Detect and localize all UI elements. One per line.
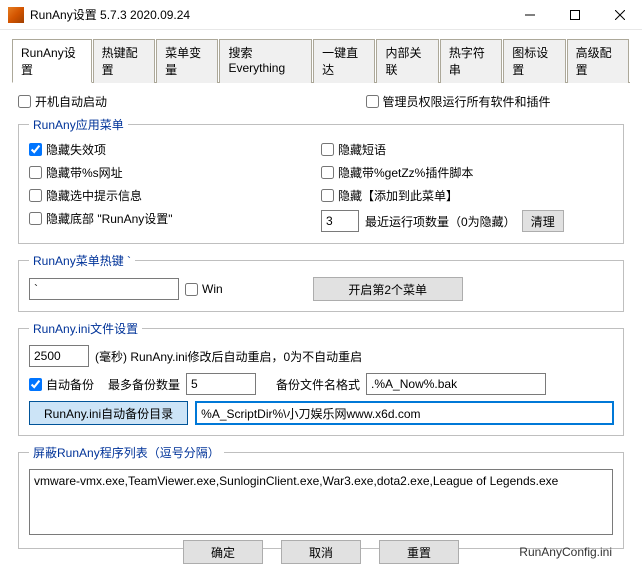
maximize-button[interactable] <box>552 0 597 30</box>
legend-blocklist: 屏蔽RunAny程序列表（逗号分隔） <box>29 444 224 461</box>
ok-button[interactable]: 确定 <box>183 540 263 564</box>
open-second-menu-button[interactable]: 开启第2个菜单 <box>313 277 463 301</box>
checkbox-admin-run[interactable]: 管理员权限运行所有软件和插件 <box>366 93 625 110</box>
tab-search-everything[interactable]: 搜索Everything <box>219 39 312 83</box>
cancel-button[interactable]: 取消 <box>281 540 361 564</box>
checkbox-hide-addto[interactable]: 隐藏【添加到此菜单】 <box>321 187 613 204</box>
checkbox-hide-s-url[interactable]: 隐藏带%s网址 <box>29 164 321 181</box>
label-backup-format: 备份文件名格式 <box>276 376 360 393</box>
checkbox-hide-bottom[interactable]: 隐藏底部 "RunAny设置" <box>29 210 321 227</box>
label-restart-delay: (毫秒) RunAny.ini修改后自动重启，0为不自动重启 <box>95 348 362 365</box>
group-hotkey: RunAny菜单热键 ` Win 开启第2个菜单 <box>18 252 624 312</box>
input-hotkey[interactable] <box>29 278 179 300</box>
checkbox-win[interactable]: Win <box>185 282 223 296</box>
tab-one-key[interactable]: 一键直达 <box>313 39 375 83</box>
minimize-button[interactable] <box>507 0 552 30</box>
tab-bar: RunAny设置 热键配置 菜单变量 搜索Everything 一键直达 内部关… <box>12 38 630 83</box>
checkbox-hide-short[interactable]: 隐藏短语 <box>321 141 613 158</box>
legend-ini-settings: RunAny.ini文件设置 <box>29 320 142 337</box>
input-recent-count[interactable] <box>321 210 359 232</box>
label-recent-count: 最近运行项数量（0为隐藏） <box>365 213 516 230</box>
tab-internal-assoc[interactable]: 内部关联 <box>376 39 438 83</box>
titlebar: RunAny设置 5.7.3 2020.09.24 <box>0 0 642 30</box>
input-backup-format[interactable] <box>366 373 546 395</box>
checkbox-hide-sel-prompt[interactable]: 隐藏选中提示信息 <box>29 187 321 204</box>
textarea-blocklist[interactable] <box>29 469 613 535</box>
tab-icon-settings[interactable]: 图标设置 <box>503 39 565 83</box>
input-max-backup[interactable] <box>186 373 256 395</box>
tab-runany-settings[interactable]: RunAny设置 <box>12 39 92 83</box>
legend-hotkey: RunAny菜单热键 ` <box>29 252 135 269</box>
checkbox-auto-backup[interactable]: 自动备份 <box>29 376 94 393</box>
group-app-menu: RunAny应用菜单 隐藏失效项 隐藏带%s网址 隐藏选中提示信息 隐藏底部 "… <box>18 116 624 244</box>
input-backup-dir[interactable] <box>196 402 613 424</box>
tab-menu-vars[interactable]: 菜单变量 <box>156 39 218 83</box>
checkbox-autostart[interactable]: 开机自动启动 <box>18 93 107 110</box>
legend-app-menu: RunAny应用菜单 <box>29 116 128 133</box>
footer: 确定 取消 重置 RunAnyConfig.ini <box>0 528 642 576</box>
group-ini-settings: RunAny.ini文件设置 (毫秒) RunAny.ini修改后自动重启，0为… <box>18 320 624 436</box>
label-max-backup: 最多备份数量 <box>108 376 180 393</box>
tab-hotkey-config[interactable]: 热键配置 <box>93 39 155 83</box>
tab-advanced[interactable]: 高级配置 <box>567 39 629 83</box>
config-filename: RunAnyConfig.ini <box>519 545 612 559</box>
checkbox-hide-invalid[interactable]: 隐藏失效项 <box>29 141 321 158</box>
checkbox-hide-getzz[interactable]: 隐藏带%getZz%插件脚本 <box>321 164 613 181</box>
tab-hotstrings[interactable]: 热字符串 <box>440 39 502 83</box>
window-title: RunAny设置 5.7.3 2020.09.24 <box>30 6 507 23</box>
close-button[interactable] <box>597 0 642 30</box>
backup-dir-button[interactable]: RunAny.ini自动备份目录 <box>29 401 188 425</box>
app-icon <box>8 7 24 23</box>
input-restart-delay[interactable] <box>29 345 89 367</box>
clean-button[interactable]: 清理 <box>522 210 564 232</box>
reset-button[interactable]: 重置 <box>379 540 459 564</box>
